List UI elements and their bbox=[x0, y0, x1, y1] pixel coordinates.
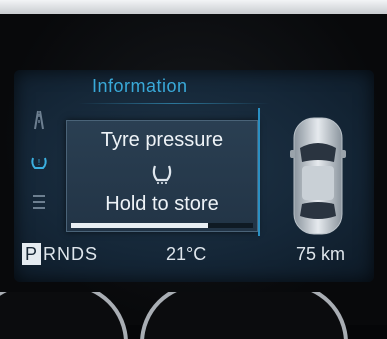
road-icon[interactable] bbox=[28, 110, 50, 130]
tpms-warning-icon bbox=[149, 161, 175, 185]
title-underline bbox=[78, 103, 270, 104]
panel-divider bbox=[258, 108, 260, 236]
tyre-pressure-card[interactable]: Tyre pressure Hold to store bbox=[66, 120, 258, 232]
card-heading: Tyre pressure bbox=[100, 129, 224, 151]
svg-text:!: ! bbox=[38, 158, 40, 167]
card-action-hint: Hold to store bbox=[105, 193, 219, 215]
dashboard-top-trim bbox=[0, 0, 387, 14]
gear-active: P bbox=[22, 243, 42, 265]
status-bar: P RNDS 21°C 75 km bbox=[14, 240, 374, 270]
side-menu: ! bbox=[22, 106, 54, 228]
outside-temperature: 21°C bbox=[166, 244, 207, 264]
cluster-display: Information ! Tyre pressure Hold to stor… bbox=[14, 70, 374, 282]
car-top-view-icon bbox=[286, 114, 350, 238]
hold-progress-fill bbox=[71, 223, 208, 228]
gear-options: RNDS bbox=[43, 244, 99, 264]
right-vent bbox=[140, 292, 348, 339]
instrument-bezel: Information ! Tyre pressure Hold to stor… bbox=[0, 14, 387, 339]
tyre-pressure-icon[interactable]: ! bbox=[28, 152, 50, 172]
menu-title: Information bbox=[92, 76, 188, 96]
range-readout: 75 km bbox=[296, 244, 346, 264]
dashboard-vents bbox=[0, 292, 387, 339]
hold-progress-bar bbox=[71, 223, 253, 228]
list-icon[interactable] bbox=[28, 192, 50, 212]
left-vent bbox=[0, 292, 128, 339]
gear-indicator: P RNDS bbox=[22, 240, 98, 268]
